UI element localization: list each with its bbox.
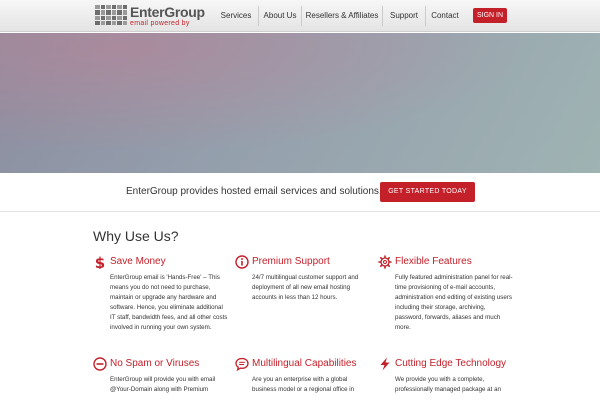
get-started-button[interactable]: GET STARTED TODAY xyxy=(380,182,475,202)
gear-icon xyxy=(378,255,392,269)
sign-in-button[interactable]: SIGN IN xyxy=(473,8,507,23)
main-nav: Services About Us Resellers & Affiliates… xyxy=(0,0,600,32)
nav-support[interactable]: Support xyxy=(383,0,425,32)
feature-body: EnterGroup will provide you with email @… xyxy=(110,376,216,393)
chat-bubble-icon xyxy=(235,357,249,371)
info-icon xyxy=(235,255,249,269)
feature-title: Flexible Features xyxy=(395,256,472,267)
feature-title: Cutting Edge Technology xyxy=(395,358,507,369)
feature-title: Save Money xyxy=(110,256,166,267)
lightning-icon xyxy=(380,357,390,371)
feature-body: Are you an enterprise with a global busi… xyxy=(252,376,355,393)
cta-band: EnterGroup provides hosted email service… xyxy=(0,173,600,212)
cta-text: EnterGroup provides hosted email service… xyxy=(126,186,382,197)
feature-title: No Spam or Viruses xyxy=(110,358,200,369)
feature-title: Premium Support xyxy=(252,256,330,267)
feature-body: 24/7 multilingual customer support and d… xyxy=(252,274,359,301)
feature-title: Multilingual Capabilities xyxy=(252,358,357,369)
nav-about-us[interactable]: About Us xyxy=(259,0,301,32)
dollar-icon: $ xyxy=(95,255,105,269)
section-title: Why Use Us? xyxy=(93,228,179,244)
nav-resellers-affiliates[interactable]: Resellers & Affiliates xyxy=(302,0,382,32)
site-header: EnterGroup email powered by Services Abo… xyxy=(0,0,600,32)
hero-banner xyxy=(0,33,600,173)
feature-body: Fully featured administration panel for … xyxy=(395,274,513,331)
nav-services[interactable]: Services xyxy=(214,0,258,32)
nav-contact[interactable]: Contact xyxy=(426,0,464,32)
feature-body: We provide you with a complete, professi… xyxy=(395,376,501,393)
feature-body: EnterGroup email is 'Hands-Free' – This … xyxy=(110,274,228,331)
svg-text:$: $ xyxy=(95,255,105,269)
no-entry-icon xyxy=(93,357,107,371)
